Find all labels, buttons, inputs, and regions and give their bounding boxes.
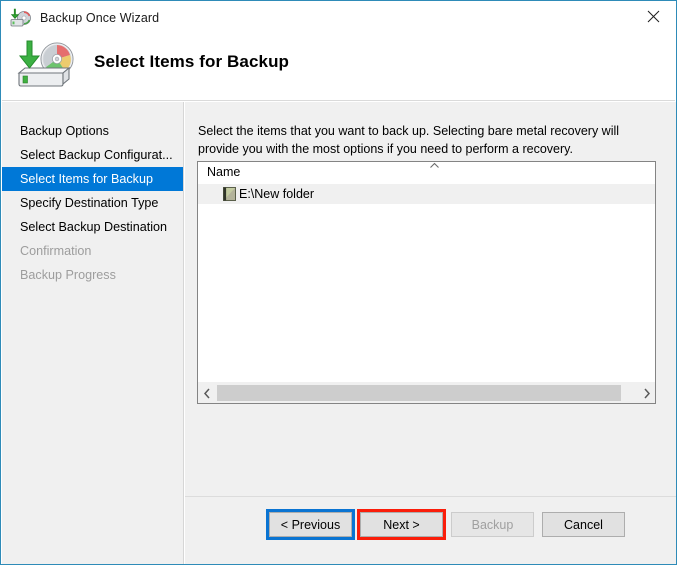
next-button[interactable]: Next > — [360, 512, 443, 537]
previous-button[interactable]: < Previous — [269, 512, 352, 537]
sidebar-item-specify-destination-type[interactable]: Specify Destination Type — [2, 191, 183, 215]
cancel-button[interactable]: Cancel — [542, 512, 625, 537]
backup-disk-icon — [15, 39, 81, 91]
sidebar-item-backup-options[interactable]: Backup Options — [2, 119, 183, 143]
list-column-header-row: Name — [198, 162, 655, 184]
page-title: Select Items for Backup — [94, 52, 290, 71]
backup-button: Backup — [451, 512, 534, 537]
wizard-footer: < Previous Next > Backup Cancel — [185, 496, 676, 564]
close-icon[interactable] — [631, 1, 676, 32]
column-header-name[interactable]: Name — [207, 165, 240, 179]
instructions-text: Select the items that you want to back u… — [198, 124, 620, 156]
sidebar-item-select-backup-configuration[interactable]: Select Backup Configurat... — [2, 143, 183, 167]
scroll-right-icon[interactable] — [637, 383, 655, 403]
header-banner: Select Items for Backup — [2, 34, 675, 101]
backup-once-wizard-window: Backup Once Wizard Select Items for Back… — [0, 0, 677, 565]
backup-wizard-icon — [10, 7, 32, 29]
content-panel: Select the items that you want to back u… — [185, 102, 676, 564]
scrollbar-track[interactable] — [216, 383, 637, 403]
backup-items-listbox[interactable]: Name E:\New folder — [197, 161, 656, 404]
sidebar-item-select-backup-destination[interactable]: Select Backup Destination — [2, 215, 183, 239]
scroll-left-icon[interactable] — [198, 383, 216, 403]
list-body: E:\New folder — [198, 184, 655, 382]
folder-item-icon — [223, 187, 236, 201]
wizard-step-sidebar: Backup Options Select Backup Configurat.… — [2, 102, 184, 564]
list-item-label: E:\New folder — [239, 187, 315, 201]
title-bar: Backup Once Wizard — [1, 1, 676, 34]
sort-ascending-icon — [429, 162, 440, 171]
sidebar-item-backup-progress: Backup Progress — [20, 268, 116, 282]
sidebar-item-confirmation: Confirmation — [20, 244, 92, 258]
scrollbar-thumb[interactable] — [217, 385, 621, 401]
horizontal-scrollbar[interactable] — [198, 382, 655, 403]
window-title: Backup Once Wizard — [40, 10, 160, 25]
sidebar-item-select-items-for-backup[interactable]: Select Items for Backup — [2, 167, 183, 191]
list-item[interactable]: E:\New folder — [198, 184, 655, 204]
